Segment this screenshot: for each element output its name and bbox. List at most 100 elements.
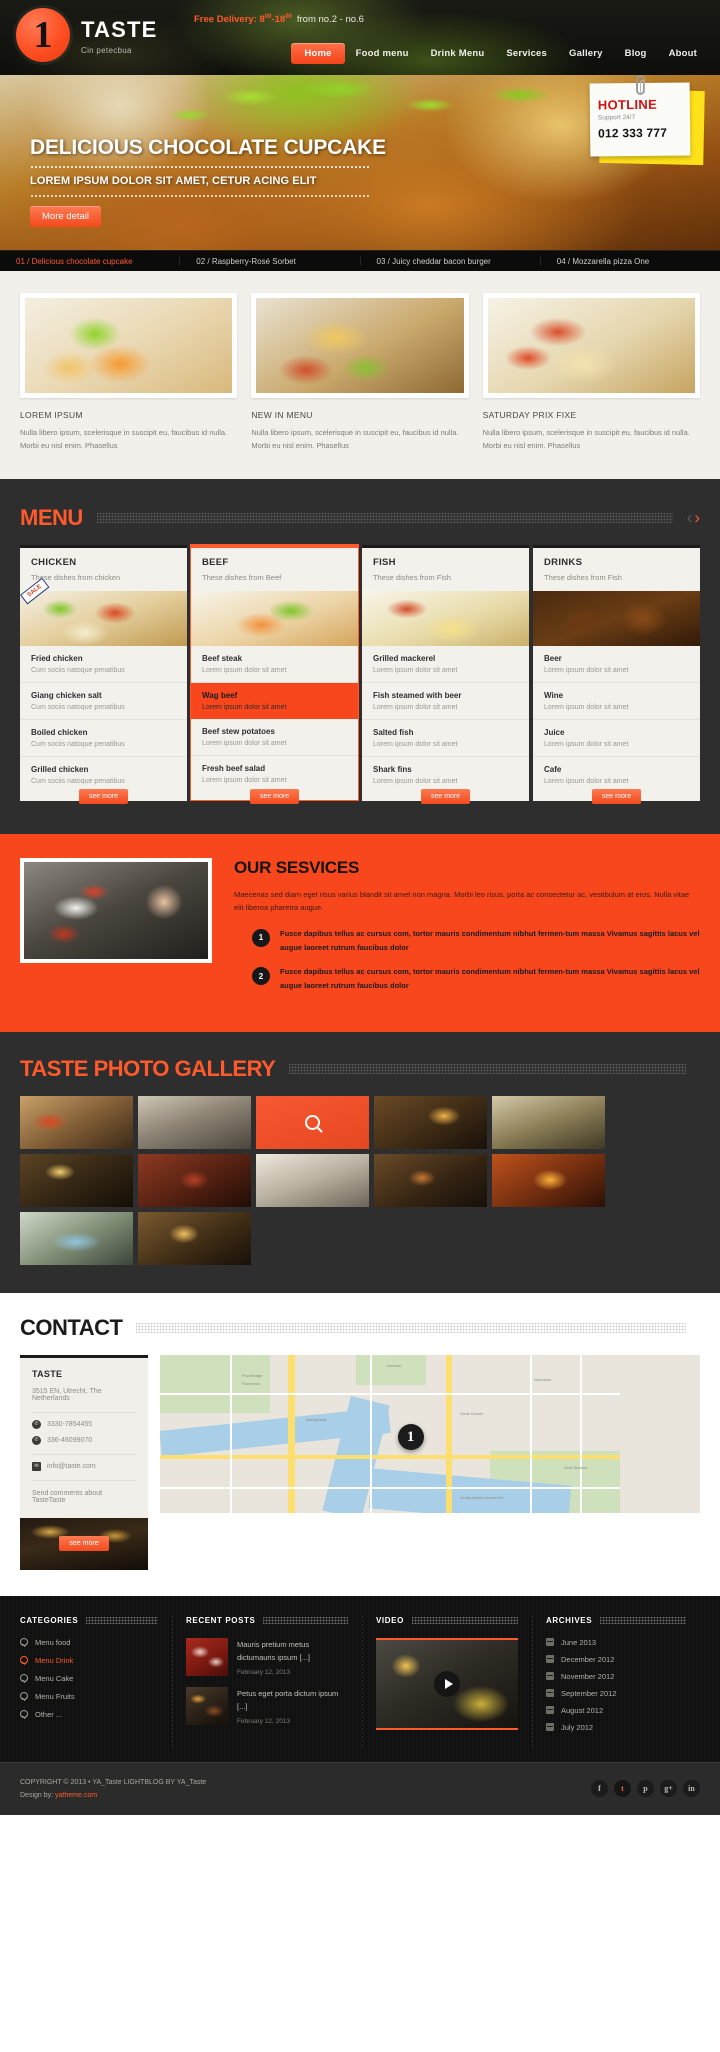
category-item-menu-food[interactable]: Menu food <box>20 1638 158 1647</box>
services-intro: Maecenas sed diam eget risus varius blan… <box>234 889 690 913</box>
slider-tab-3[interactable]: 03 / Juicy cheddar bacon burger <box>361 256 541 266</box>
map-label: W Marktplein Access Rd <box>460 1494 504 1500</box>
menu-item[interactable]: Shark fins Lorem ipsum dolor sit amet <box>362 757 529 793</box>
category-item-menu-fruits[interactable]: Menu Fruits <box>20 1692 158 1701</box>
nav-item-food-menu[interactable]: Food menu <box>345 43 420 64</box>
nav-item-gallery[interactable]: Gallery <box>558 43 614 64</box>
menu-item[interactable]: Juice Lorem ipsum dolor sit amet <box>533 720 700 757</box>
gallery-hover-overlay[interactable] <box>256 1095 369 1149</box>
menu-item[interactable]: Fresh beef salad Lorem ipsum dolor sit a… <box>191 756 358 792</box>
linkedin-icon[interactable]: in <box>683 1780 700 1798</box>
recent-post-item[interactable]: Mauris pretium metus dictumauris ipsum [… <box>186 1637 348 1676</box>
category-item-menu-cake[interactable]: Menu Cake <box>20 1674 158 1683</box>
category-item-menu-drink[interactable]: Menu Drink <box>20 1656 158 1665</box>
menu-item[interactable]: Cafe Lorem ipsum dolor sit amet <box>533 757 700 793</box>
menu-item-desc: Cum sociis natoque penatibus <box>31 777 125 785</box>
feature-card[interactable]: LOREM IPSUM Nulla libero ipsum, sceleris… <box>20 293 238 453</box>
design-by-link[interactable]: yatheme.com <box>55 1792 97 1799</box>
menu-item[interactable]: Beer Lorem ipsum dolor sit amet <box>533 646 700 683</box>
menu-card-desc: These dishes from Beef <box>202 572 282 582</box>
hero-slider: DELICIOUS CHOCOLATE CUPCAKE LOREM IPSUM … <box>0 75 720 250</box>
slider-tab-4[interactable]: 04 / Mozzarella pizza One <box>541 257 720 266</box>
facebook-icon[interactable]: f <box>591 1780 608 1798</box>
see-more-button-drinks[interactable]: see more <box>591 788 642 804</box>
menu-item[interactable]: Wine Lorem ipsum dolor sit amet <box>533 683 700 720</box>
contact-email-row[interactable]: ✉ info@taste.com <box>32 1461 136 1471</box>
archive-item[interactable]: June 2013 <box>546 1638 686 1647</box>
archive-item[interactable]: December 2012 <box>546 1655 686 1664</box>
gallery-thumbnail[interactable] <box>256 1153 369 1207</box>
nav-item-blog[interactable]: Blog <box>614 43 658 64</box>
contact-phone-row-2: ✆ 336-46099070 <box>32 1435 136 1445</box>
carousel-next-icon[interactable]: › <box>694 509 700 526</box>
feature-card[interactable]: NEW IN MENU Nulla libero ipsum, sceleris… <box>251 293 469 453</box>
archive-item[interactable]: November 2012 <box>546 1672 686 1681</box>
menu-item[interactable]: Beef steak Lorem ipsum dolor sit amet <box>191 646 358 683</box>
see-more-button-beef[interactable]: see more <box>249 788 300 804</box>
recent-post-item[interactable]: Petus eget porta dictum ipsum [...] Febr… <box>186 1686 348 1725</box>
menu-item[interactable]: Grilled mackerel Lorem ipsum dolor sit a… <box>362 646 529 683</box>
gallery-thumbnail[interactable] <box>374 1095 487 1149</box>
feature-image[interactable] <box>251 293 469 398</box>
menu-item[interactable]: Salted fish Lorem ipsum dolor sit amet <box>362 720 529 757</box>
nav-item-home[interactable]: Home <box>291 43 345 64</box>
menu-card-list: CHICKEN These dishes from chicken SALE F… <box>20 544 700 801</box>
slider-tab-1[interactable]: 01 / Delicious chocolate cupcake <box>0 256 181 266</box>
menu-item[interactable]: Beef stew potatoes Lorem ipsum dolor sit… <box>191 719 358 756</box>
see-more-button-fish[interactable]: see more <box>420 788 471 804</box>
menu-item[interactable]: Grilled chicken Cum sociis natoque penat… <box>20 757 187 793</box>
category-item-other[interactable]: Other ... <box>20 1710 158 1719</box>
more-detail-button[interactable]: More detail <box>30 206 101 227</box>
gallery-thumbnail[interactable] <box>138 1095 251 1149</box>
category-label: Other ... <box>35 1709 63 1719</box>
service-number-badge: 2 <box>252 967 270 985</box>
feature-image[interactable] <box>20 293 238 398</box>
gallery-thumbnail[interactable] <box>374 1153 487 1207</box>
envelope-icon: ✉ <box>32 1461 41 1471</box>
menu-card-fish[interactable]: FISH These dishes from Fish Grilled mack… <box>362 544 529 801</box>
gallery-thumbnail[interactable] <box>138 1211 251 1265</box>
contact-see-more-button[interactable]: see more <box>59 1536 109 1551</box>
heading-rule-decor <box>136 1322 686 1333</box>
twitter-icon[interactable]: t <box>614 1780 631 1798</box>
carousel-prev-icon[interactable]: ‹ <box>687 509 693 526</box>
post-thumbnail <box>186 1637 228 1676</box>
contact-map[interactable]: Pozenhage Pozenbos Marktplaats Centrum O… <box>160 1354 700 1513</box>
gallery-thumbnail[interactable] <box>20 1211 133 1265</box>
archive-item[interactable]: July 2012 <box>546 1723 686 1732</box>
play-icon[interactable] <box>434 1670 460 1697</box>
archive-item[interactable]: August 2012 <box>546 1706 686 1715</box>
feature-image[interactable] <box>482 293 700 398</box>
menu-item[interactable]: Fish steamed with beer Lorem ipsum dolor… <box>362 683 529 720</box>
menu-item[interactable]: Boiled chicken Cum sociis natoque penati… <box>20 720 187 757</box>
gallery-thumbnail[interactable] <box>492 1095 605 1149</box>
delivery-sup-2: 00 <box>285 14 292 20</box>
service-text: Fusce dapibus tellus ac cursus com, tort… <box>280 967 700 991</box>
gallery-thumbnail[interactable] <box>138 1153 251 1207</box>
gallery-thumbnail[interactable] <box>492 1153 605 1207</box>
nav-item-about[interactable]: About <box>658 43 708 64</box>
video-thumbnail[interactable] <box>376 1637 518 1730</box>
archive-item[interactable]: September 2012 <box>546 1689 686 1698</box>
see-more-button-chicken[interactable]: see more <box>78 788 129 804</box>
menu-item[interactable]: Giang chicken salt Cum sociis natoque pe… <box>20 683 187 720</box>
menu-item[interactable]: Fried chicken Cum sociis natoque penatib… <box>20 646 187 683</box>
map-location-pin[interactable]: 1 <box>397 1424 424 1451</box>
logo[interactable]: 1 TASTE Cin petecbua <box>16 8 157 62</box>
menu-card-chicken[interactable]: CHICKEN These dishes from chicken SALE F… <box>20 544 187 801</box>
nav-item-drink-menu[interactable]: Drink Menu <box>420 43 496 64</box>
contact-card: TASTE 3515 EN, Utrecht, The Netherlands … <box>20 1354 148 1570</box>
menu-card-beef[interactable]: BEEF These dishes from Beef Beef steak L… <box>191 544 358 800</box>
nav-item-services[interactable]: Services <box>495 43 558 64</box>
feature-card[interactable]: SATURDAY PRIX FIXE Nulla libero ipsum, s… <box>482 293 700 453</box>
contact-address: 3515 EN, Utrecht, The Netherlands <box>32 1388 136 1413</box>
gallery-thumbnail[interactable] <box>20 1153 133 1207</box>
gallery-thumbnail[interactable] <box>256 1095 369 1149</box>
services-heading: OUR SESVICES <box>234 857 360 877</box>
google-plus-icon[interactable]: g+ <box>660 1780 677 1798</box>
menu-item-highlighted[interactable]: Wag beef Lorem ipsum dolor sit amet <box>191 682 358 719</box>
menu-card-drinks[interactable]: DRINKS These dishes from Fish Beer Lorem… <box>533 544 700 801</box>
slider-tab-2[interactable]: 02 / Raspberry-Rosé Sorbet <box>180 256 361 266</box>
pinterest-icon[interactable]: p <box>637 1780 654 1798</box>
gallery-thumbnail[interactable] <box>20 1095 133 1149</box>
